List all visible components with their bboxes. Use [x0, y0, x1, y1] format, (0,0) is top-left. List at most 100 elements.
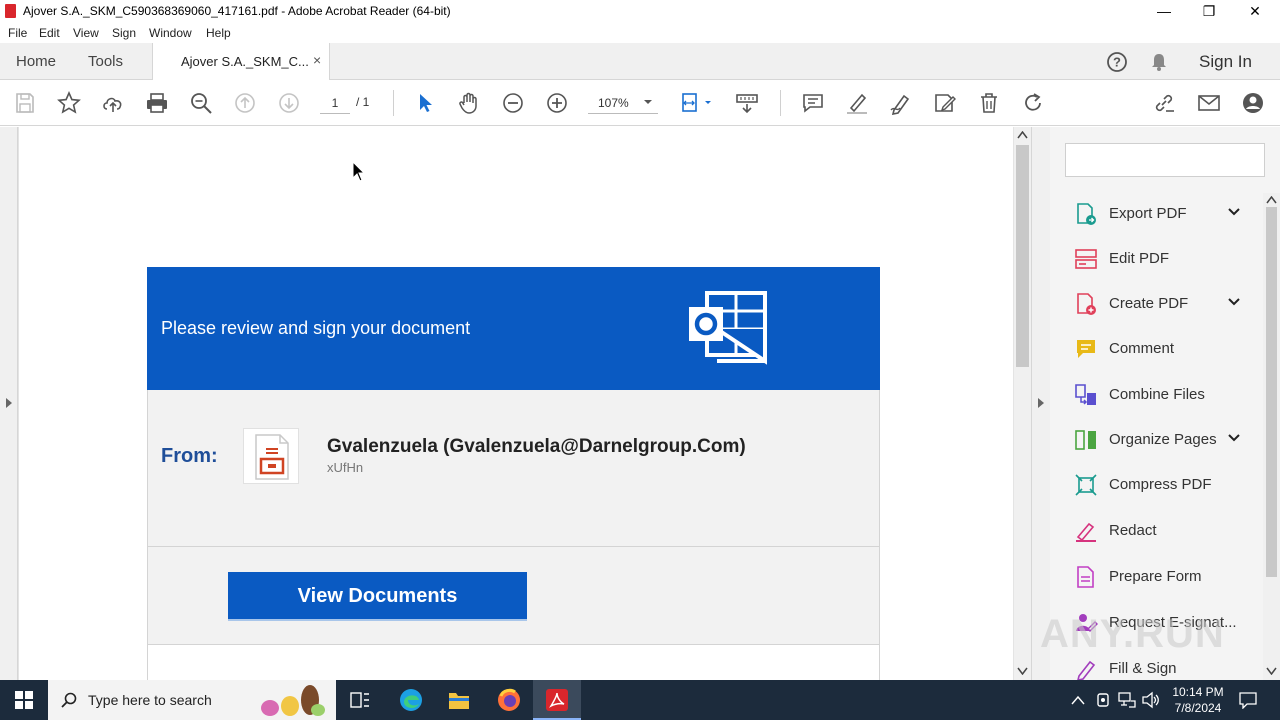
tool-combine-files[interactable]: Combine Files	[1050, 377, 1260, 411]
tray-app-icon[interactable]	[1094, 691, 1112, 709]
scroll-down-icon[interactable]	[1266, 667, 1277, 675]
tool-comment[interactable]: Comment	[1050, 331, 1260, 365]
expand-left-icon[interactable]	[5, 397, 13, 409]
acrobat-reader-icon	[546, 689, 568, 711]
zoom-in-icon[interactable]	[545, 91, 569, 115]
task-view-icon[interactable]	[350, 691, 370, 709]
tool-organize-pages[interactable]: Organize Pages	[1050, 422, 1260, 456]
chevron-down-icon[interactable]	[1226, 430, 1242, 446]
network-icon[interactable]	[1118, 691, 1136, 709]
sign-in-button[interactable]: Sign In	[1199, 52, 1252, 72]
rotate-icon[interactable]	[1021, 91, 1045, 115]
collapse-right-icon[interactable]	[1037, 397, 1045, 409]
volume-icon[interactable]	[1141, 691, 1161, 709]
view-documents-button[interactable]: View Documents	[228, 572, 527, 621]
select-cursor-icon[interactable]	[413, 91, 437, 115]
edit-pdf-icon	[1075, 249, 1097, 269]
tool-prepare-form[interactable]: Prepare Form	[1050, 559, 1260, 593]
upload-cloud-icon[interactable]	[101, 91, 125, 115]
share-link-icon[interactable]	[1152, 91, 1176, 115]
tool-compress-pdf[interactable]: Compress PDF	[1050, 467, 1260, 501]
zoom-out-icon[interactable]	[501, 91, 525, 115]
combine-files-icon	[1075, 384, 1096, 405]
tab-close-icon[interactable]: ×	[313, 52, 321, 68]
tools-search-input[interactable]	[1065, 143, 1265, 177]
maximize-button[interactable]: ❐	[1186, 0, 1232, 23]
draw-icon[interactable]	[889, 91, 913, 115]
comment-icon[interactable]	[801, 91, 825, 115]
taskbar-acrobat[interactable]	[533, 680, 581, 720]
tab-tools[interactable]: Tools	[88, 53, 123, 70]
close-button[interactable]: ✕	[1232, 0, 1278, 23]
document-file-icon	[243, 428, 299, 484]
page-fit-icon[interactable]	[681, 91, 715, 115]
toolbar: 1 / 1 107%	[0, 80, 1280, 126]
taskbar-search-placeholder: Type here to search	[88, 692, 212, 708]
tool-label: Fill & Sign	[1109, 660, 1177, 677]
taskbar-firefox[interactable]	[485, 680, 533, 720]
email-banner: Please review and sign your document	[147, 267, 880, 390]
document-scrollbar[interactable]	[1014, 127, 1031, 680]
scroll-mode-icon[interactable]	[735, 91, 759, 115]
prev-page-icon[interactable]	[233, 91, 257, 115]
help-icon[interactable]: ?	[1106, 51, 1128, 73]
tool-edit-pdf[interactable]: Edit PDF	[1050, 241, 1260, 275]
zoom-chevron-down-icon[interactable]	[643, 99, 653, 105]
taskbar-search-input[interactable]: Type here to search	[48, 680, 336, 720]
clock-date: 7/8/2024	[1174, 701, 1222, 715]
scrollbar-thumb[interactable]	[1016, 145, 1029, 367]
menu-edit[interactable]: Edit	[39, 26, 60, 40]
tab-document[interactable]: Ajover S.A._SKM_C... ×	[152, 43, 330, 80]
tool-label: Combine Files	[1109, 386, 1205, 403]
print-icon[interactable]	[145, 91, 169, 115]
tab-home[interactable]: Home	[16, 53, 56, 70]
menu-window[interactable]: Window	[149, 26, 192, 40]
menu-view[interactable]: View	[73, 26, 99, 40]
firefox-icon	[498, 688, 520, 711]
tool-label: Organize Pages	[1109, 431, 1217, 448]
add-user-icon[interactable]	[1241, 91, 1265, 115]
tool-redact[interactable]: Redact	[1050, 513, 1260, 547]
prepare-form-icon	[1077, 566, 1094, 588]
menu-sign[interactable]: Sign	[112, 26, 136, 40]
taskbar-clock[interactable]: 10:14 PM 7/8/2024	[1163, 684, 1233, 716]
hand-tool-icon[interactable]	[457, 91, 481, 115]
chevron-down-icon[interactable]	[1226, 204, 1242, 220]
taskbar-edge[interactable]	[387, 680, 435, 720]
scrollbar-thumb[interactable]	[1266, 207, 1277, 577]
taskbar-file-explorer[interactable]	[435, 680, 483, 720]
scroll-up-icon[interactable]	[1266, 196, 1277, 204]
highlight-icon[interactable]	[845, 91, 869, 115]
clock-time: 10:14 PM	[1172, 685, 1224, 699]
scroll-up-icon[interactable]	[1017, 131, 1028, 139]
tools-panel-scrollbar[interactable]	[1263, 193, 1280, 680]
organize-pages-icon	[1075, 430, 1096, 450]
menu-help[interactable]: Help	[206, 26, 231, 40]
menu-file[interactable]: File	[8, 26, 27, 40]
right-panel-toggle[interactable]	[1031, 127, 1050, 680]
easter-eggs-icon	[261, 685, 325, 716]
acrobat-icon	[5, 4, 16, 18]
tool-label: Edit PDF	[1109, 250, 1170, 267]
delete-icon[interactable]	[977, 91, 1001, 115]
star-icon[interactable]	[57, 91, 81, 115]
notifications-icon[interactable]	[1239, 691, 1257, 709]
bell-icon[interactable]	[1149, 52, 1169, 72]
save-icon[interactable]	[13, 91, 37, 115]
scroll-down-icon[interactable]	[1017, 667, 1028, 675]
sender-subtext: xUfHn	[327, 460, 364, 475]
menu-bar: File Edit View Sign Window Help	[0, 23, 1280, 43]
zoom-search-icon[interactable]	[189, 91, 213, 115]
show-hidden-icons-icon[interactable]	[1071, 695, 1085, 705]
next-page-icon[interactable]	[277, 91, 301, 115]
title-bar: Ajover S.A._SKM_C590368369060_417161.pdf…	[0, 0, 1280, 23]
tool-export-pdf[interactable]: Export PDF	[1050, 196, 1260, 230]
chevron-down-icon[interactable]	[1226, 294, 1242, 310]
left-panel-toggle[interactable]	[0, 127, 18, 680]
minimize-button[interactable]: —	[1141, 0, 1187, 23]
page-number-input[interactable]: 1	[320, 92, 350, 114]
tool-create-pdf[interactable]: Create PDF	[1050, 286, 1260, 320]
windows-start-icon[interactable]	[15, 691, 33, 709]
edit-text-icon[interactable]	[933, 91, 957, 115]
email-icon[interactable]	[1197, 91, 1221, 115]
